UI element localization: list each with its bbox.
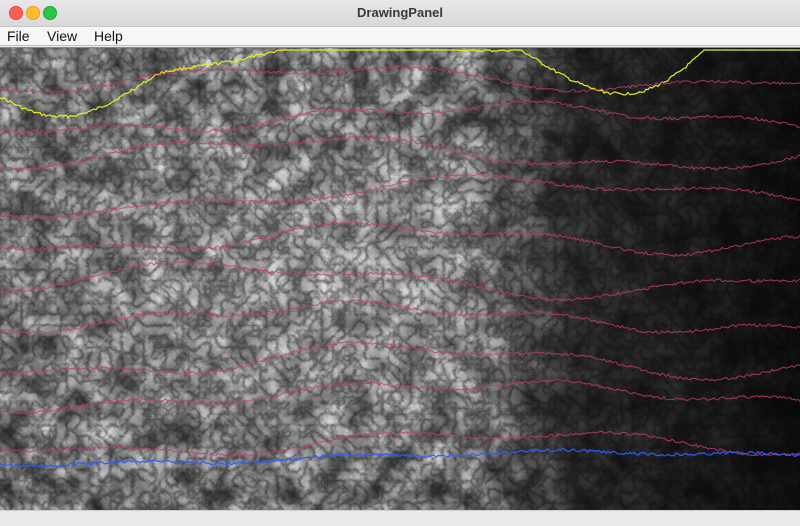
- menu-file[interactable]: File: [5, 27, 32, 45]
- terrain-plains-shade: [0, 48, 800, 511]
- title-bar[interactable]: DrawingPanel: [0, 0, 800, 27]
- menu-help[interactable]: Help: [92, 27, 125, 45]
- drawing-canvas[interactable]: [0, 47, 800, 511]
- status-bar: [0, 510, 800, 526]
- menu-view[interactable]: View: [45, 27, 79, 45]
- window-title: DrawingPanel: [357, 5, 443, 20]
- menu-bar: File View Help: [0, 27, 800, 46]
- elevation-map: [0, 48, 800, 511]
- drawing-panel-window: DrawingPanel File View Help: [0, 0, 800, 526]
